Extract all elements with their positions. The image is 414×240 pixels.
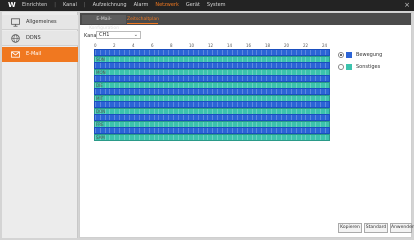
legend-item-sonstiges[interactable]: Sonstiges: [338, 63, 382, 73]
schedule-row-don-motion[interactable]: [94, 101, 330, 108]
menu-item-aufzeichnung[interactable]: Aufzeichnung: [93, 2, 127, 9]
copy-button[interactable]: Kopieren: [338, 223, 362, 233]
main-menu: Einrichten | Kanal | Aufzeichnung Alarm …: [22, 2, 226, 9]
menu-item-netzwerk[interactable]: Netzwerk: [155, 2, 179, 9]
sidebar-item-ddns[interactable]: DDNS: [2, 31, 78, 46]
sidebar-item-label: Allgemeines: [26, 19, 57, 25]
globe-icon: [11, 34, 20, 43]
close-icon[interactable]: ×: [404, 1, 410, 9]
legend-label: Bewegung: [356, 52, 383, 58]
legend-item-bewegung[interactable]: Bewegung: [338, 51, 382, 61]
schedule-legend: Bewegung Sonstiges: [338, 51, 382, 75]
sidebar: Allgemeines DDNS E-Mail: [2, 12, 78, 238]
schedule-grid[interactable]: SON MON DIE MIT DON FRE SAM: [94, 49, 330, 142]
top-menu-bar: W Einrichten | Kanal | Aufzeichnung Alar…: [0, 0, 414, 11]
main-panel: E-Mail-Konfiguration Zeitschaltplan Kana…: [79, 12, 414, 238]
channel-select-value: CH1: [99, 32, 110, 38]
day-label: SAM: [96, 135, 105, 140]
subtab-bar: E-Mail-Konfiguration Zeitschaltplan: [80, 13, 411, 31]
radio-sonstiges[interactable]: [338, 64, 344, 70]
schedule-row-mit-motion[interactable]: [94, 88, 330, 95]
schedule-row-son-motion[interactable]: [94, 49, 330, 56]
menu-item-kanal[interactable]: Kanal: [63, 2, 77, 9]
schedule-row-die-motion[interactable]: [94, 75, 330, 82]
sidebar-item-allgemeines[interactable]: Allgemeines: [2, 15, 78, 30]
menu-item-system[interactable]: System: [207, 2, 226, 9]
brand-logo: W: [8, 1, 16, 9]
sidebar-item-label: E-Mail: [26, 51, 42, 57]
mail-icon: [11, 50, 20, 59]
monitor-icon: [11, 18, 20, 27]
tab-email-konfiguration[interactable]: E-Mail-Konfiguration: [82, 15, 126, 31]
default-button[interactable]: Standard: [364, 223, 388, 233]
menu-item-einrichten[interactable]: Einrichten: [22, 2, 47, 9]
channel-select[interactable]: CH1 ⌄: [96, 31, 141, 39]
menu-item-geraet[interactable]: Gerät: [186, 2, 200, 9]
schedule-row-sam-other[interactable]: [94, 134, 330, 141]
motion-color-swatch: [346, 52, 352, 58]
radio-bewegung[interactable]: [338, 52, 344, 58]
legend-label: Sonstiges: [356, 64, 381, 70]
other-color-swatch: [346, 64, 352, 70]
sidebar-item-label: DDNS: [26, 35, 41, 41]
apply-button[interactable]: Anwenden: [390, 223, 414, 233]
schedule-row-fre-motion[interactable]: [94, 114, 330, 121]
sidebar-item-email[interactable]: E-Mail: [2, 47, 78, 62]
schedule-row-mon-motion[interactable]: [94, 62, 330, 69]
menu-item-alarm[interactable]: Alarm: [134, 2, 149, 9]
chevron-down-icon: ⌄: [133, 32, 138, 38]
tab-zeitschaltplan[interactable]: Zeitschaltplan: [127, 15, 159, 24]
schedule-row-sam-motion[interactable]: [94, 127, 330, 134]
